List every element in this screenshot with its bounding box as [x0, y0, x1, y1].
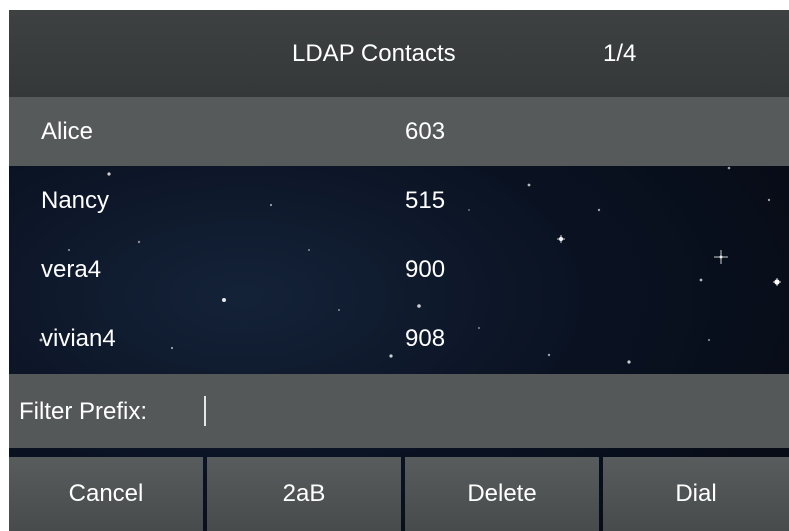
phone-screen: LDAP Contacts 1/4 Alice 603 Nancy 515 ve… — [9, 10, 789, 531]
contact-name: Alice — [41, 118, 94, 145]
contact-row-alice[interactable]: Alice 603 — [9, 97, 789, 166]
contact-name: vivian4 — [41, 325, 116, 352]
contact-row-vivian4[interactable]: vivian4 908 — [9, 304, 789, 373]
contact-number: 900 — [405, 256, 446, 283]
cancel-button[interactable]: Cancel — [9, 457, 203, 531]
cancel-button-label: Cancel — [68, 480, 144, 507]
contact-row-vera4[interactable]: vera4 900 — [9, 235, 789, 304]
contact-list: Alice 603 Nancy 515 vera4 900 vivian4 90… — [9, 97, 789, 374]
contact-number: 515 — [405, 187, 446, 214]
contact-number: 908 — [405, 325, 446, 352]
contact-row-nancy[interactable]: Nancy 515 — [9, 166, 789, 235]
contact-name: Nancy — [41, 187, 110, 214]
text-cursor — [204, 396, 206, 426]
filter-prefix-input[interactable] — [202, 394, 762, 428]
title-bar: LDAP Contacts 1/4 — [9, 10, 789, 97]
delete-button[interactable]: Delete — [405, 457, 599, 531]
input-mode-button[interactable]: 2aB — [207, 457, 401, 531]
dial-button[interactable]: Dial — [603, 457, 789, 531]
delete-button-label: Delete — [467, 480, 537, 507]
filter-prefix-label: Filter Prefix: — [19, 398, 148, 425]
contact-name: vera4 — [41, 256, 102, 283]
input-mode-button-label: 2aB — [282, 480, 326, 507]
softkey-bar: Cancel 2aB Delete Dial — [9, 448, 789, 531]
page-indicator: 1/4 — [603, 40, 637, 67]
contact-number: 603 — [405, 118, 446, 145]
filter-bar: Filter Prefix: — [9, 374, 789, 448]
page-title: LDAP Contacts — [292, 40, 456, 67]
dial-button-label: Dial — [675, 480, 717, 507]
